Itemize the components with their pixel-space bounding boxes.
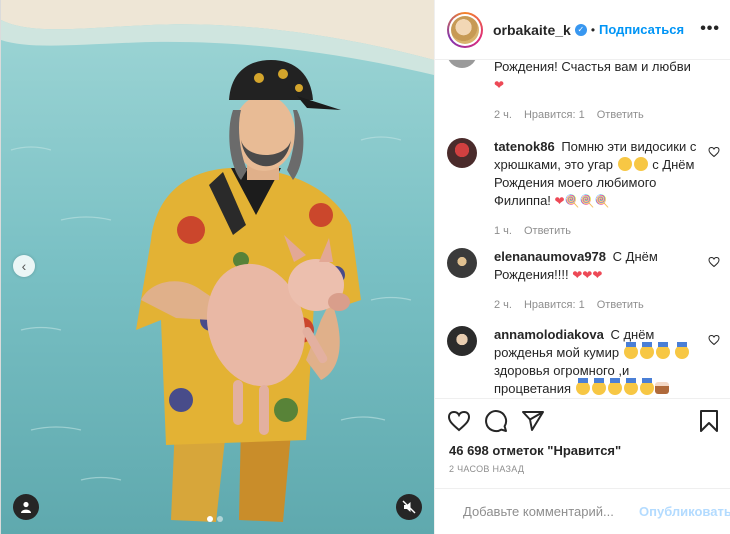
- post-header: orbakaite_k ✓ • Подписаться •••: [435, 0, 730, 60]
- like-comment-heart-icon[interactable]: [708, 256, 720, 268]
- lollipop-emoji: 🍭🍭🍭: [564, 194, 610, 208]
- comment-username[interactable]: elenanaumova978: [494, 249, 606, 264]
- post-video[interactable]: ‹: [1, 0, 434, 534]
- add-comment-bar: Опубликовать: [435, 488, 730, 534]
- author-avatar[interactable]: [447, 11, 483, 48]
- carousel-dot: [207, 516, 213, 522]
- crown-smile-emoji: [591, 378, 606, 395]
- mute-icon: [402, 500, 416, 514]
- heart-emoji: ❤: [494, 78, 505, 92]
- comment-time: 1 ч.: [494, 225, 512, 237]
- publish-button[interactable]: Опубликовать: [639, 504, 730, 519]
- verified-icon: ✓: [574, 23, 587, 36]
- comments-list[interactable]: Рождения! Счастья вам и любви ❤ 2 ч. Нра…: [435, 60, 730, 398]
- heart-emoji: ❤❤❤: [572, 268, 603, 282]
- crown-smile-emoji: [607, 378, 622, 395]
- separator-dot: •: [590, 22, 596, 37]
- heart-icon[interactable]: [447, 409, 471, 433]
- crown-smile-emoji: [639, 342, 654, 359]
- comment-meta: 2 ч. Нравится: 1 Ответить: [494, 106, 709, 124]
- crown-smile-emoji: [623, 378, 638, 395]
- bookmark-icon[interactable]: [697, 409, 721, 433]
- comment-icon[interactable]: [484, 409, 508, 433]
- mute-button[interactable]: [396, 494, 422, 520]
- comment-meta: 2 ч. Нравится: 1 Ответить: [494, 296, 709, 314]
- crown-smile-emoji: [575, 378, 590, 395]
- reply-button[interactable]: Ответить: [597, 296, 644, 314]
- share-icon[interactable]: [521, 409, 545, 433]
- commenter-avatar[interactable]: [447, 248, 477, 278]
- comment-text: Рождения! Счастья вам и любви: [494, 60, 691, 74]
- comment-body: elenanaumova978 С Днём Рождения!!!! ❤❤❤ …: [494, 248, 709, 314]
- comment-meta: 1 ч. Ответить: [494, 222, 709, 240]
- heart-emoji: ❤: [554, 194, 565, 208]
- comment-likes[interactable]: Нравится: 1: [524, 296, 585, 314]
- comment-likes[interactable]: Нравится: 1: [524, 106, 585, 124]
- reply-button[interactable]: Ответить: [597, 106, 644, 124]
- previous-slide-button[interactable]: ‹: [13, 255, 35, 277]
- post-modal: ‹ orbakaite_k ✓ • Подписаться ••• Рожден…: [0, 0, 730, 534]
- carousel-indicator: [207, 516, 223, 522]
- carousel-dot: [217, 516, 223, 522]
- cake-emoji: [654, 382, 669, 394]
- comment-time: 2 ч.: [494, 109, 512, 121]
- commenter-avatar[interactable]: [447, 138, 477, 168]
- comment-username[interactable]: tatenok86: [494, 139, 555, 154]
- commenter-avatar[interactable]: [447, 326, 477, 356]
- crown-smile-emoji: [639, 378, 654, 395]
- post-sidebar: orbakaite_k ✓ • Подписаться ••• Рождения…: [434, 0, 730, 534]
- laughing-emoji: [633, 157, 648, 171]
- comment-input[interactable]: [463, 504, 639, 519]
- comment-body: Рождения! Счастья вам и любви ❤ 2 ч. Нра…: [494, 60, 709, 124]
- likes-count[interactable]: 46 698 отметок "Нравится": [449, 443, 621, 458]
- like-comment-heart-icon[interactable]: [708, 146, 720, 158]
- comment-body: annamolodiakova С днём рожденья мой куми…: [494, 326, 709, 398]
- author-username[interactable]: orbakaite_k: [493, 22, 571, 38]
- reply-button[interactable]: Ответить: [524, 222, 571, 240]
- user-tag-icon: [21, 501, 31, 513]
- post-timestamp[interactable]: 2 часов назад: [449, 464, 524, 474]
- comment-time: 2 ч.: [494, 299, 512, 311]
- tagged-users-button[interactable]: [13, 494, 39, 520]
- follow-button[interactable]: Подписаться: [599, 22, 684, 37]
- crown-smile-emoji: [675, 342, 690, 359]
- more-options-icon[interactable]: •••: [700, 20, 720, 38]
- crown-smile-emoji: [623, 342, 638, 359]
- comment-body: tatenok86 Помню эти видосики с хрюшками,…: [494, 138, 709, 240]
- crown-smile-emoji: [655, 342, 670, 359]
- commenter-avatar[interactable]: [447, 60, 477, 68]
- like-comment-heart-icon[interactable]: [708, 334, 720, 346]
- laughing-emoji: [617, 157, 632, 171]
- comment-username[interactable]: annamolodiakova: [494, 327, 604, 342]
- video-frame: [1, 0, 434, 534]
- post-actions: 46 698 отметок "Нравится" 2 часов назад: [435, 398, 730, 488]
- chevron-left-icon: ‹: [21, 258, 27, 274]
